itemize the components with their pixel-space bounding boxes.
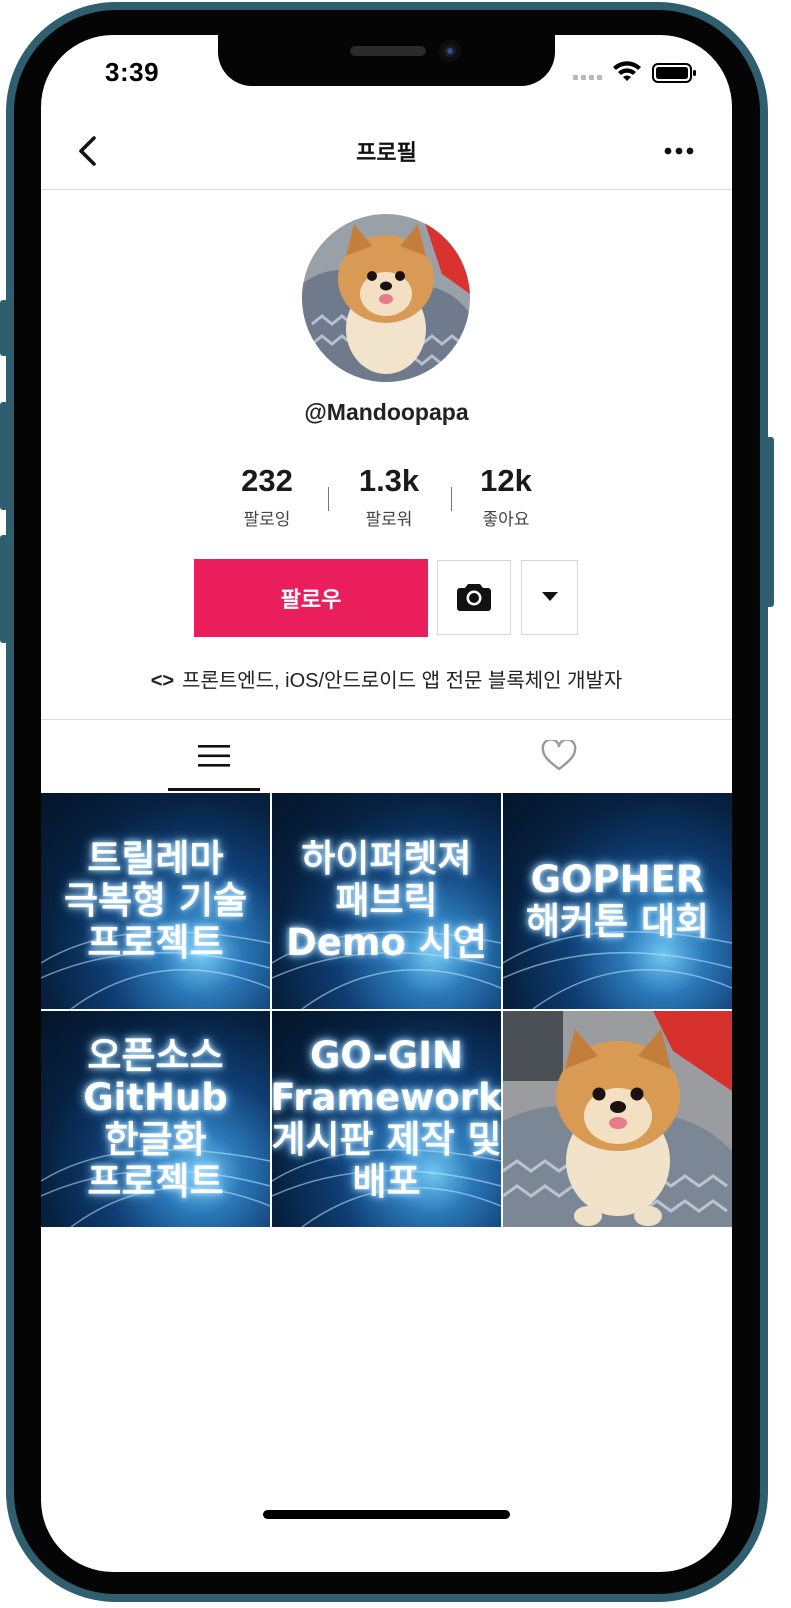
- caret-down-icon: [541, 592, 558, 601]
- bio-text: 프론트엔드, iOS/안드로이드 앱 전문 블록체인 개발자: [182, 670, 623, 692]
- post-caption: 하이퍼렛져 패브릭 Demo 시연: [286, 837, 487, 964]
- stat-followers[interactable]: 1.3k 팔로워: [329, 463, 449, 530]
- post-thumbnail[interactable]: GOPHER 해커톤 대회: [503, 793, 732, 1009]
- profile-bio: <> 프론트엔드, iOS/안드로이드 앱 전문 블록체인 개발자: [41, 664, 732, 693]
- tab-liked[interactable]: [386, 720, 732, 794]
- post-caption: 트릴레마 극복형 기술 프로젝트: [63, 837, 248, 964]
- volume-down-button: [0, 535, 8, 643]
- status-icons: [573, 61, 696, 83]
- heart-icon: [541, 740, 577, 771]
- camera-icon: [457, 584, 491, 611]
- likes-count: 12k: [480, 463, 532, 498]
- screen: 3:39 프로필 @Mandoopapa 232 팔로잉 1.3k 팔로워 12…: [41, 35, 732, 1572]
- username: @Mandoopapa: [304, 399, 469, 425]
- post-thumbnail[interactable]: 하이퍼렛져 패브릭 Demo 시연: [272, 793, 501, 1009]
- follow-button[interactable]: 팔로우: [194, 559, 428, 637]
- post-caption: GOPHER 해커톤 대회: [525, 858, 710, 943]
- power-button: [766, 437, 774, 607]
- page-title: 프로필: [356, 140, 417, 165]
- likes-label: 좋아요: [482, 510, 530, 529]
- stat-likes[interactable]: 12k 좋아요: [446, 463, 566, 530]
- dog-photo: [503, 1011, 732, 1227]
- code-brackets-icon: <>: [150, 670, 175, 692]
- more-actions-dropdown[interactable]: [521, 560, 578, 635]
- post-caption: 오픈소스 GitHub 한글화 프로젝트: [83, 1034, 228, 1203]
- navigation-bar: 프로필: [41, 115, 732, 190]
- post-thumbnail[interactable]: GO-GIN Framework 게시판 제작 및 배포: [272, 1011, 501, 1227]
- front-camera: [439, 40, 461, 62]
- profile-avatar[interactable]: [302, 214, 470, 382]
- speaker-grille: [350, 46, 426, 56]
- following-count: 232: [241, 463, 293, 498]
- post-caption: GO-GIN Framework 게시판 제작 및 배포: [272, 1034, 501, 1203]
- ellipsis-icon: [664, 147, 694, 155]
- more-options-button[interactable]: [659, 137, 699, 165]
- active-tab-indicator: [168, 788, 260, 791]
- post-thumbnail[interactable]: 트릴레마 극복형 기술 프로젝트: [41, 793, 270, 1009]
- volume-up-button: [0, 402, 8, 510]
- instagram-button[interactable]: [437, 560, 511, 635]
- wifi-icon: [613, 61, 641, 81]
- battery-icon: [652, 63, 696, 83]
- stat-following[interactable]: 232 팔로잉: [207, 463, 327, 530]
- following-label: 팔로잉: [243, 510, 291, 529]
- mute-switch: [0, 300, 8, 356]
- content-tabs: [41, 719, 732, 795]
- home-indicator[interactable]: [263, 1510, 510, 1519]
- menu-icon: [198, 745, 230, 767]
- post-thumbnail[interactable]: [503, 1011, 732, 1227]
- followers-label: 팔로워: [365, 510, 413, 529]
- notch: [218, 35, 555, 86]
- tab-posts[interactable]: [41, 720, 387, 794]
- post-thumbnail[interactable]: 오픈소스 GitHub 한글화 프로젝트: [41, 1011, 270, 1227]
- status-time: 3:39: [105, 57, 160, 87]
- followers-count: 1.3k: [358, 463, 420, 498]
- cellular-signal-icon: [573, 75, 602, 80]
